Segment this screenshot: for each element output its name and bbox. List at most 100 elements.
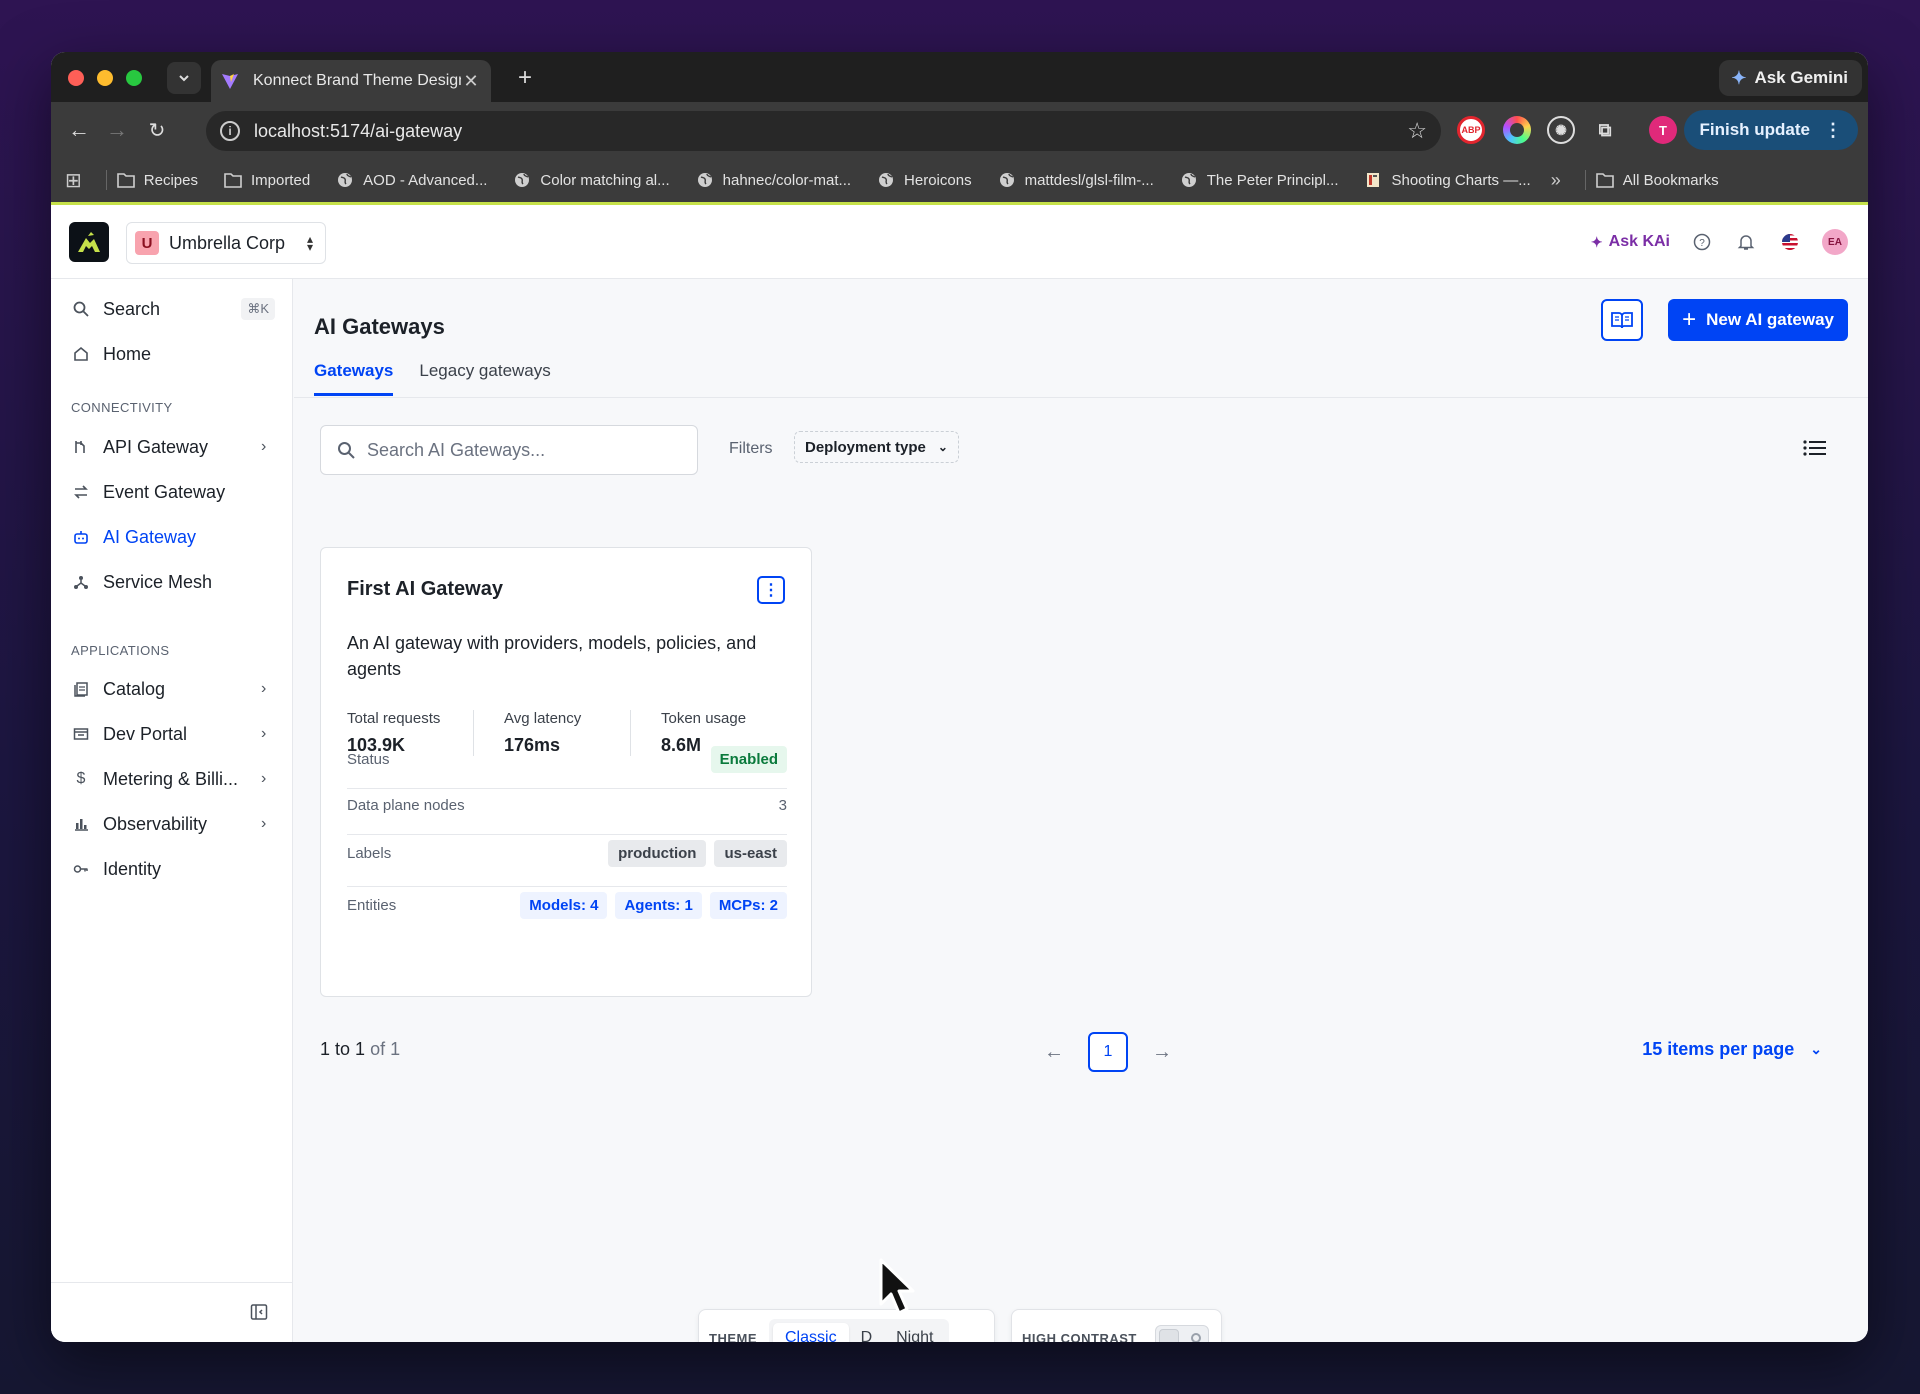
api-gateway-icon (71, 437, 91, 457)
gateway-card[interactable]: First AI Gateway ⋮ An AI gateway with pr… (320, 547, 812, 997)
sidebar-item-identity[interactable]: Identity (65, 851, 281, 887)
theme-option-d[interactable]: D (849, 1323, 885, 1342)
bookmark-item[interactable]: Shooting Charts —... (1364, 171, 1531, 189)
new-ai-gateway-label: New AI gateway (1706, 310, 1834, 329)
bookmark-item[interactable]: Imported (224, 171, 310, 189)
us-flag-icon[interactable] (1778, 230, 1802, 254)
bookmark-item[interactable]: The Peter Principl... (1180, 171, 1338, 189)
color-picker-extension-icon[interactable] (1503, 116, 1531, 144)
robot-icon (71, 527, 91, 547)
profile-avatar[interactable]: T (1649, 116, 1677, 144)
user-avatar[interactable]: EA (1822, 229, 1848, 255)
sidebar-item-api-gateway[interactable]: API Gateway › (65, 429, 281, 465)
sidebar-item-event-gateway[interactable]: Event Gateway (65, 474, 281, 510)
section-applications: APPLICATIONS (71, 643, 170, 658)
entity-chip-mcps[interactable]: MCPs: 2 (709, 892, 787, 919)
bookmark-item[interactable]: Recipes (116, 171, 198, 189)
entities-label: Entities (347, 897, 397, 914)
mouse-cursor-icon (879, 1258, 915, 1315)
new-ai-gateway-button[interactable]: + New AI gateway (1668, 299, 1848, 341)
sidebar-item-label: Observability (103, 813, 208, 834)
org-switcher[interactable]: U Umbrella Corp ▴ ▾ (126, 222, 326, 264)
help-icon[interactable]: ? (1690, 230, 1714, 254)
close-window-button[interactable] (68, 70, 84, 86)
high-contrast-label: HIGH CONTRAST (1022, 1330, 1137, 1343)
plus-icon: + (1682, 306, 1697, 333)
sparkle-icon: ✦ (1590, 233, 1603, 250)
finish-update-button[interactable]: Finish update ⋮ (1683, 110, 1858, 150)
sidebar-item-catalog[interactable]: Catalog › (65, 671, 281, 707)
theme-option-classic[interactable]: Classic (773, 1323, 849, 1342)
ask-gemini-label: Ask Gemini (1754, 68, 1848, 87)
sidebar-item-home[interactable]: Home (65, 336, 281, 372)
collapse-sidebar-icon[interactable] (250, 1303, 270, 1323)
ask-gemini-button[interactable]: ✦ Ask Gemini (1719, 60, 1862, 96)
header-actions: ✦ Ask KAi ? EA (1591, 229, 1848, 255)
bell-icon[interactable] (1734, 230, 1758, 254)
bookmark-star-icon[interactable]: ☆ (1407, 118, 1427, 144)
bookmark-item[interactable]: Heroicons (877, 171, 972, 189)
bookmark-item[interactable]: mattdesl/glsl-film-... (998, 171, 1154, 189)
site-info-icon[interactable]: i (220, 121, 240, 141)
extensions-puzzle-icon[interactable]: ⧉ (1591, 116, 1619, 144)
pagination-range: 1 to 1 (320, 1039, 366, 1059)
all-bookmarks-link[interactable]: All Bookmarks (1595, 171, 1719, 189)
more-vertical-icon[interactable]: ⋮ (757, 576, 785, 604)
tab-search-button[interactable] (167, 62, 201, 94)
reload-icon[interactable]: ↻ (143, 116, 171, 144)
more-bookmarks-icon[interactable]: » (1551, 170, 1561, 191)
sidebar-item-service-mesh[interactable]: Service Mesh (65, 564, 281, 600)
chevron-right-icon: › (261, 815, 267, 832)
arrow-left-icon[interactable]: ← (1040, 1041, 1068, 1064)
entity-chip-models[interactable]: Models: 4 (520, 892, 608, 919)
maximize-window-button[interactable] (126, 70, 142, 86)
sidebar-item-ai-gateway[interactable]: AI Gateway (65, 519, 281, 555)
dollar-icon: $ (76, 770, 86, 787)
theme-option-night[interactable]: Night (884, 1323, 945, 1342)
forward-arrow-icon[interactable]: → (103, 116, 131, 144)
page-button[interactable]: 1 (1088, 1032, 1128, 1072)
home-icon (71, 344, 91, 364)
search-input[interactable] (367, 439, 681, 461)
arrow-right-icon[interactable]: → (1148, 1041, 1176, 1064)
tab-close-icon[interactable]: ✕ (461, 71, 481, 92)
tab-legacy-gateways[interactable]: Legacy gateways (419, 361, 550, 396)
minimize-window-button[interactable] (97, 70, 113, 86)
apps-grid-icon[interactable]: ⊞ (65, 168, 82, 193)
deployment-type-filter[interactable]: Deployment type ⌄ (794, 431, 959, 463)
sidebar-item-metering[interactable]: $ Metering & Billi... › (65, 761, 281, 797)
high-contrast-toggle[interactable] (1154, 1325, 1209, 1342)
status-label: Status (347, 751, 390, 768)
theme-segmented-control: Classic D Night (769, 1319, 950, 1342)
docs-button[interactable] (1601, 299, 1643, 341)
sidebar-item-observability[interactable]: Observability › (65, 806, 281, 842)
sidebar-item-label: API Gateway (103, 436, 209, 457)
sidebar-item-label: Metering & Billi... (103, 768, 239, 789)
sidebar-item-dev-portal[interactable]: Dev Portal › (65, 716, 281, 752)
labels-label: Labels (347, 845, 392, 862)
pagination-total: of 1 (370, 1039, 401, 1059)
items-per-page-select[interactable]: 15 items per page ⌄ (1642, 1039, 1822, 1060)
tab-gateways[interactable]: Gateways (314, 361, 394, 396)
browser-toolbar: ← → ↻ i localhost:5174/ai-gateway ☆ ABP … (51, 102, 1868, 158)
entity-chip-agents[interactable]: Agents: 1 (615, 892, 702, 919)
ask-kai-button[interactable]: ✦ Ask KAi (1591, 233, 1670, 251)
bookmark-item[interactable]: hahnec/color-mat... (696, 171, 851, 189)
sidebar-search[interactable]: Search ⌘K (65, 291, 281, 327)
data-plane-nodes-row: Data plane nodes 3 (347, 797, 787, 814)
new-tab-button[interactable]: + (511, 64, 539, 92)
adblock-plus-icon[interactable]: ABP (1457, 116, 1485, 144)
bookmark-item[interactable]: AOD - Advanced... (336, 171, 487, 189)
label-chips: production us-east (600, 840, 787, 867)
list-view-icon[interactable] (1802, 437, 1828, 463)
address-bar[interactable]: i localhost:5174/ai-gateway ☆ (206, 111, 1441, 151)
browser-tab-active[interactable]: Konnect Brand Theme Design ✕ (211, 60, 491, 102)
mesh-nodes-icon (71, 572, 91, 592)
ask-kai-label: Ask KAi (1608, 233, 1670, 250)
konnect-logo[interactable] (69, 222, 109, 262)
chevron-down-icon: ⌄ (1810, 1041, 1822, 1057)
back-arrow-icon[interactable]: ← (65, 116, 93, 144)
openai-extension-icon[interactable]: ✺ (1547, 116, 1575, 144)
bookmark-item[interactable]: Color matching al... (513, 171, 670, 189)
search-field[interactable] (320, 425, 698, 475)
